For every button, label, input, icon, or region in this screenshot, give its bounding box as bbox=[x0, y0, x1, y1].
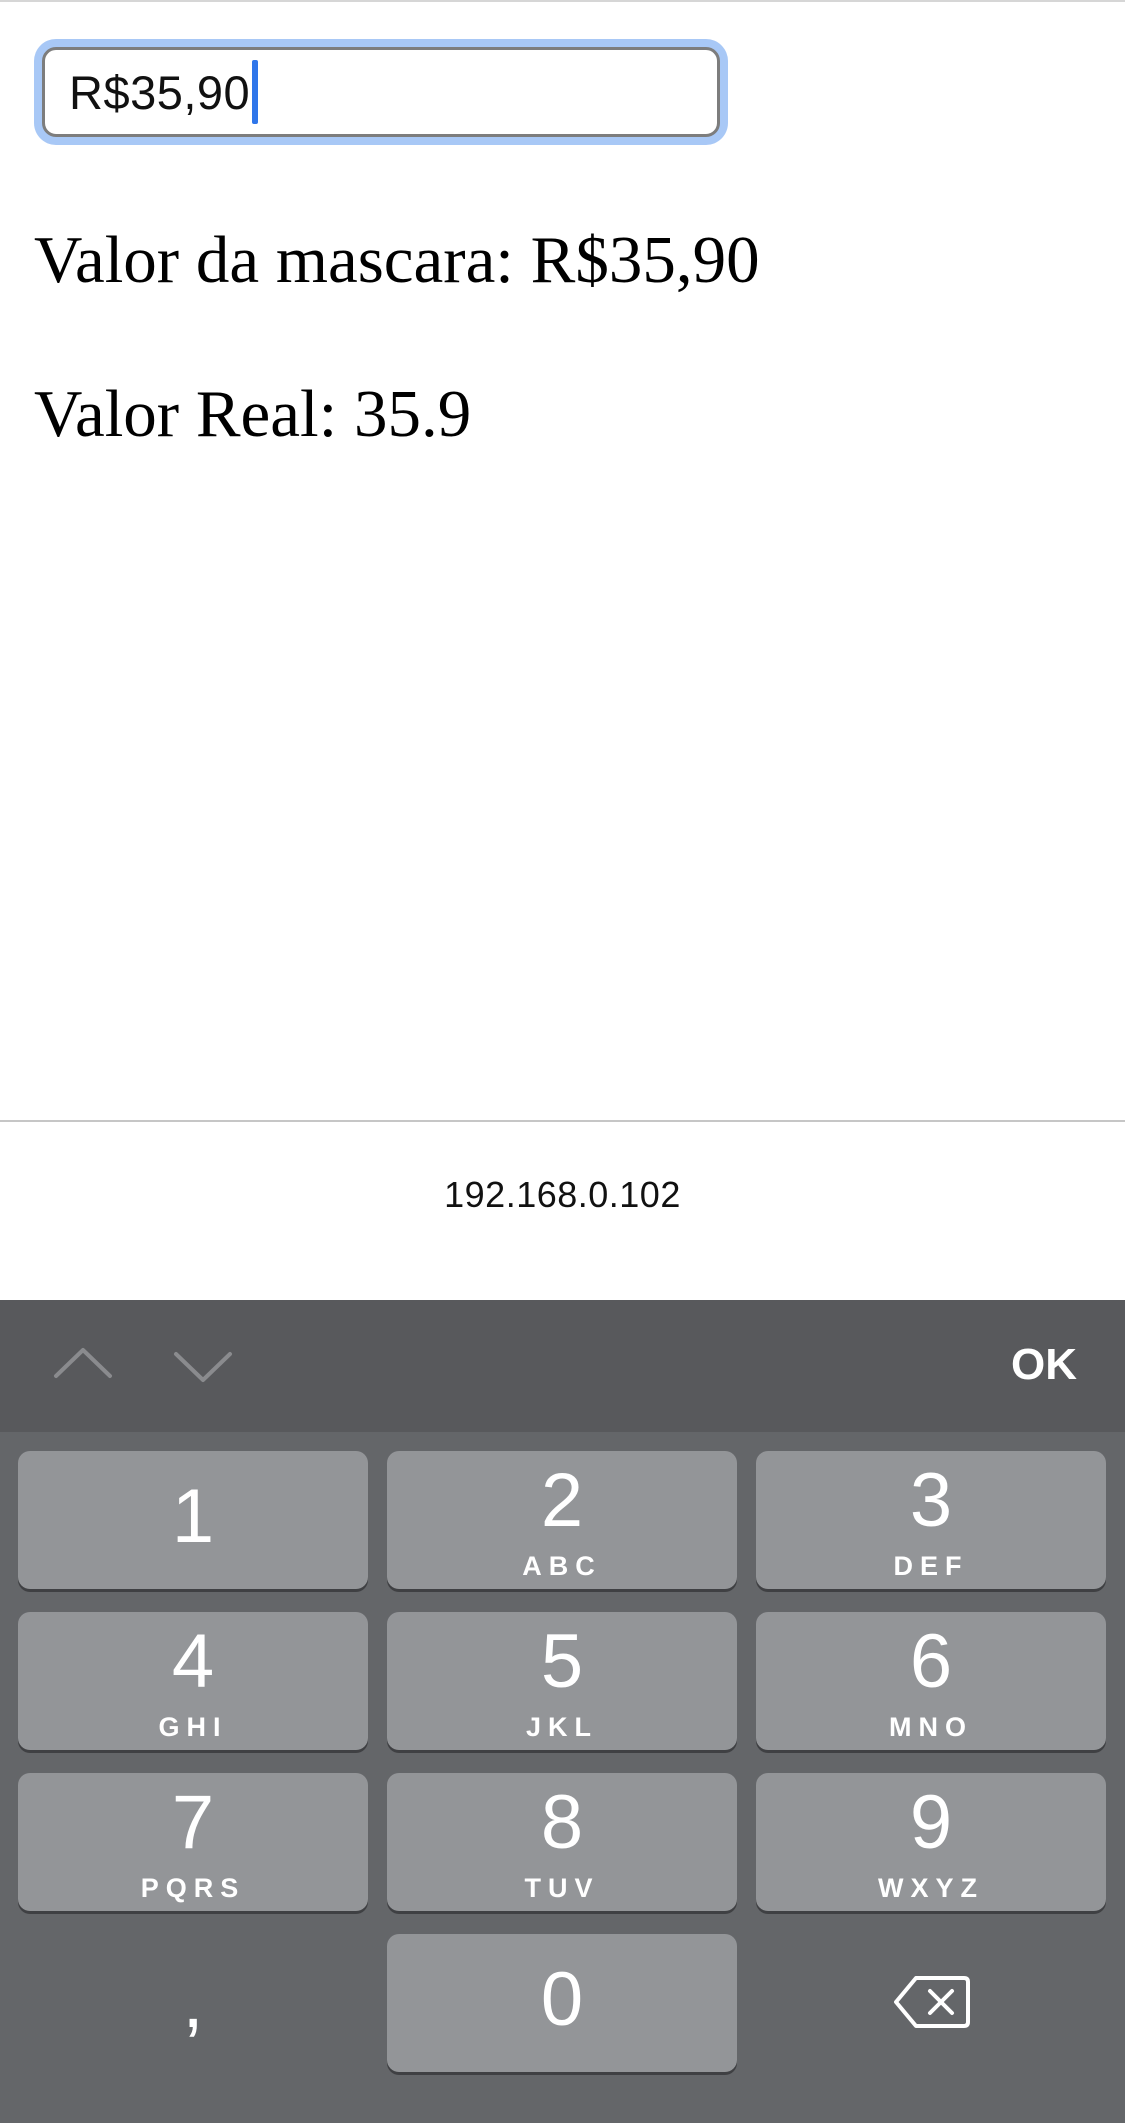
numeric-keypad: 1 2 ABC 3 DEF 4 GHI 5 JKL 6 MNO 7 PQRS 8… bbox=[0, 1432, 1125, 2123]
chevron-up-icon[interactable] bbox=[48, 1330, 118, 1400]
text-caret bbox=[252, 60, 259, 124]
key-3[interactable]: 3 DEF bbox=[756, 1451, 1106, 1589]
key-letters: MNO bbox=[889, 1712, 973, 1742]
key-letters: ABC bbox=[522, 1551, 602, 1581]
key-2[interactable]: 2 ABC bbox=[387, 1451, 737, 1589]
key-digit: 5 bbox=[540, 1619, 584, 1704]
key-digit: 7 bbox=[171, 1780, 215, 1865]
key-5[interactable]: 5 JKL bbox=[387, 1612, 737, 1750]
input-value: R$35,90 bbox=[69, 65, 251, 119]
currency-input[interactable]: R$35,90 bbox=[42, 47, 720, 137]
key-letters: PQRS bbox=[140, 1873, 246, 1903]
key-7[interactable]: 7 PQRS bbox=[18, 1773, 368, 1911]
key-letters: GHI bbox=[158, 1712, 228, 1742]
key-6[interactable]: 6 MNO bbox=[756, 1612, 1106, 1750]
key-9[interactable]: 9 WXYZ bbox=[756, 1773, 1106, 1911]
key-digit: 4 bbox=[171, 1619, 215, 1704]
key-letters: TUV bbox=[524, 1873, 600, 1903]
mask-value-text: Valor da mascara: R$35,90 bbox=[34, 223, 760, 297]
key-letters: JKL bbox=[525, 1712, 598, 1742]
key-digit: 9 bbox=[909, 1780, 953, 1865]
page-content: R$35,90 Valor da mascara: R$35,90 Valor … bbox=[0, 2, 1125, 1120]
key-comma[interactable]: , bbox=[18, 1934, 368, 2072]
comma-label: , bbox=[182, 1959, 204, 2044]
address-text: 192.168.0.102 bbox=[444, 1174, 681, 1215]
key-4[interactable]: 4 GHI bbox=[18, 1612, 368, 1750]
real-value-text: Valor Real: 35.9 bbox=[34, 377, 472, 451]
key-1[interactable]: 1 bbox=[18, 1451, 368, 1589]
address-bar[interactable]: 192.168.0.102 bbox=[0, 1122, 1125, 1300]
backspace-key[interactable] bbox=[756, 1934, 1106, 2072]
key-digit: 0 bbox=[540, 1957, 584, 2042]
key-8[interactable]: 8 TUV bbox=[387, 1773, 737, 1911]
key-digit: 2 bbox=[540, 1458, 584, 1543]
key-0[interactable]: 0 bbox=[387, 1934, 737, 2072]
key-digit: 1 bbox=[171, 1474, 215, 1559]
focus-ring: R$35,90 bbox=[34, 39, 728, 145]
key-digit: 6 bbox=[909, 1619, 953, 1704]
key-letters: WXYZ bbox=[878, 1873, 984, 1903]
keyboard-toolbar: OK bbox=[0, 1300, 1125, 1432]
key-digit: 8 bbox=[540, 1780, 584, 1865]
backspace-icon bbox=[892, 1972, 972, 2032]
key-letters: DEF bbox=[893, 1551, 969, 1581]
ok-button[interactable]: OK bbox=[1011, 1340, 1077, 1390]
chevron-down-icon[interactable] bbox=[168, 1330, 238, 1400]
key-digit: 3 bbox=[909, 1458, 953, 1543]
